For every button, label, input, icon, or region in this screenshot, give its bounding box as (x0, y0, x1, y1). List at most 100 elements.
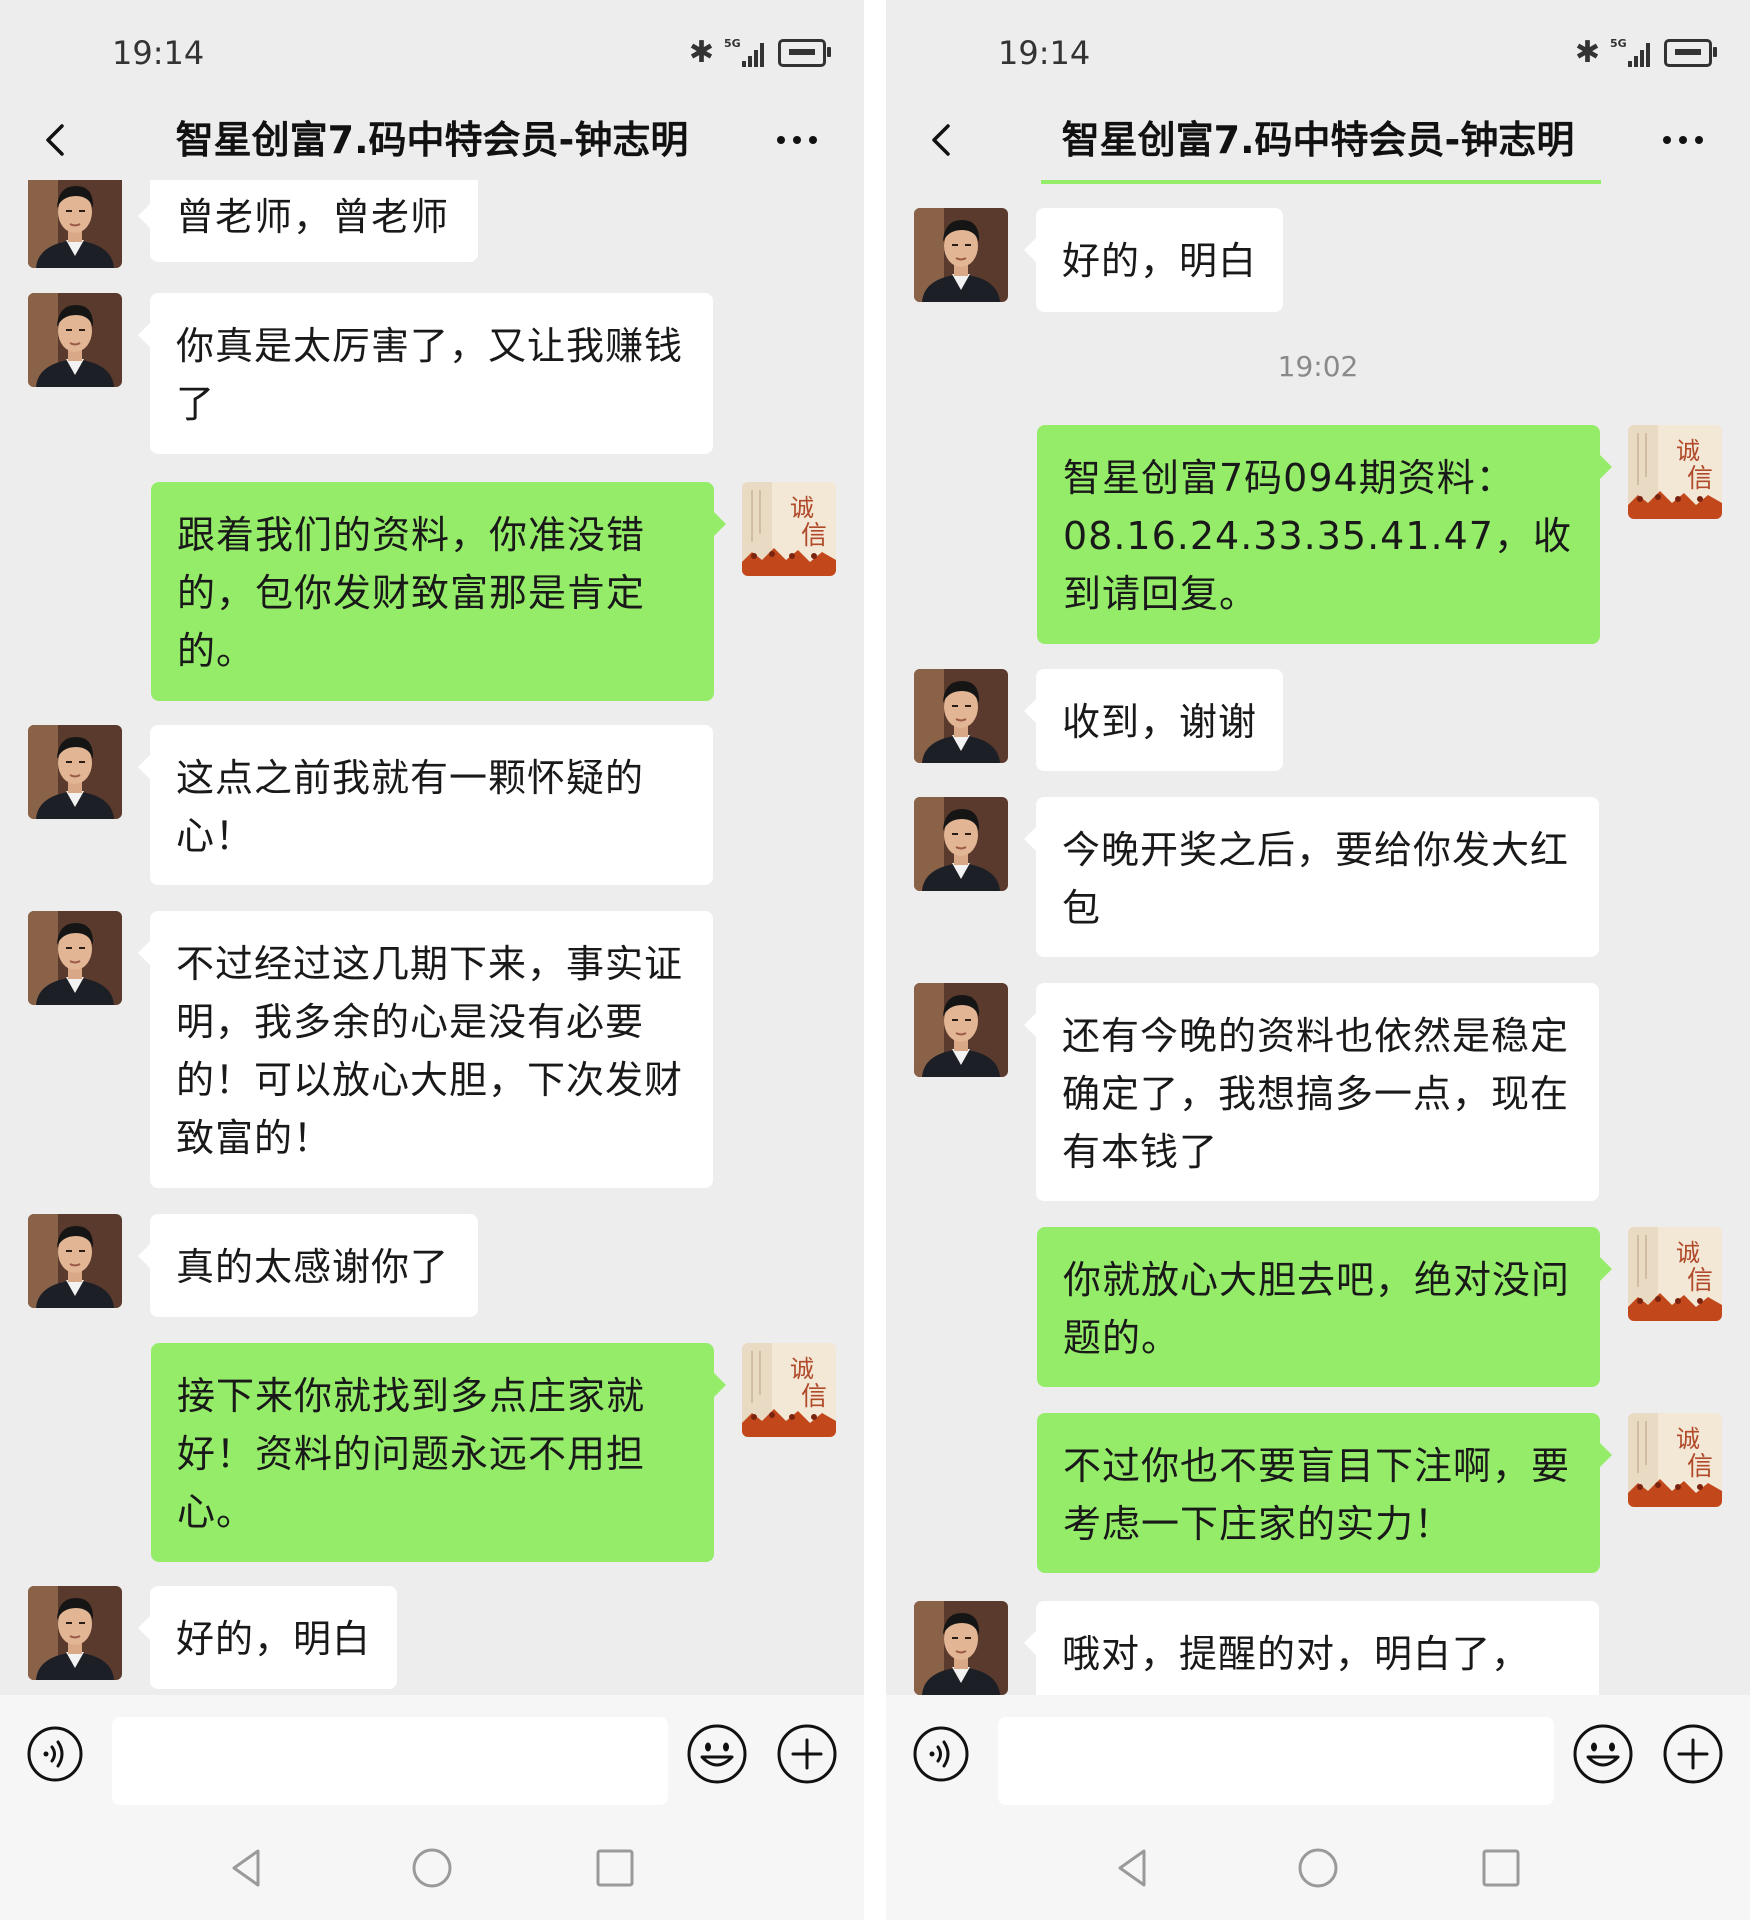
svg-text:信: 信 (1687, 1452, 1713, 1482)
contact-avatar[interactable] (914, 983, 1008, 1077)
square-recents-icon[interactable] (590, 1843, 640, 1893)
status-time: 19:14 (112, 34, 205, 72)
svg-text:信: 信 (801, 1382, 827, 1412)
more-dots-icon[interactable] (1658, 122, 1708, 158)
status-bar: 19:14 ✱ 5G (886, 0, 1750, 100)
battery-icon (778, 39, 831, 67)
bluetooth-icon: ✱ (688, 35, 714, 70)
plus-icon[interactable] (776, 1723, 838, 1785)
phone-screen-left: 19:14 ✱ 5G 智星创富7.码中特会员-钟志明 曾老师，曾老师 你真是太厉… (0, 0, 864, 1920)
contact-avatar[interactable] (28, 1214, 122, 1308)
self-avatar[interactable]: 诚 信 (1628, 1413, 1722, 1507)
man-portrait-avatar (914, 669, 1008, 763)
self-avatar[interactable]: 诚 信 (1628, 1227, 1722, 1321)
message-input[interactable] (112, 1717, 668, 1805)
triangle-back-icon[interactable] (1108, 1843, 1158, 1893)
message-bubble[interactable]: 你就放心大胆去吧，绝对没问题的。 (1037, 1227, 1612, 1387)
svg-text:诚: 诚 (790, 494, 814, 522)
emoji-icon[interactable] (1572, 1723, 1634, 1785)
message-bubble[interactable]: 今晚开奖之后，要给你发大红包 (1024, 797, 1599, 957)
message-list[interactable]: 曾老师，曾老师 你真是太厉害了，又让我赚钱了 诚 信 跟着我们的资料，你准没错的… (0, 180, 864, 1695)
chat-header: 智星创富7.码中特会员-钟志明 (0, 100, 864, 180)
status-bar: 19:14 ✱ 5G (0, 0, 864, 100)
man-portrait-avatar (28, 1586, 122, 1680)
man-portrait-avatar (914, 208, 1008, 302)
plus-icon[interactable] (1662, 1723, 1724, 1785)
chat-title: 智星创富7.码中特会员-钟志明 (175, 118, 689, 162)
contact-avatar[interactable] (914, 1601, 1008, 1695)
man-portrait-avatar (914, 797, 1008, 891)
message-bubble[interactable]: 真的太感谢你了 (138, 1214, 478, 1317)
contact-avatar[interactable] (28, 293, 122, 387)
phone-screen-right: 19:14 ✱ 5G 智星创富7.码中特会员-钟志明 好的，明白 19:02 诚… (886, 0, 1750, 1920)
message-bubble[interactable]: 跟着我们的资料，你准没错的，包你发财致富那是肯定的。 (151, 482, 726, 701)
chengxin-calligraphy-avatar: 诚 信 (742, 482, 836, 576)
message-bubble[interactable]: 曾老师，曾老师 (138, 180, 478, 262)
status-time: 19:14 (998, 34, 1091, 72)
circle-home-icon[interactable] (407, 1843, 457, 1893)
man-portrait-avatar (28, 293, 122, 387)
svg-text:信: 信 (801, 521, 827, 551)
input-bar (0, 1695, 864, 1815)
signal-icon: 5G (724, 37, 768, 67)
message-bubble[interactable]: 这点之前我就有一颗怀疑的心！ (138, 725, 713, 885)
message-bubble[interactable]: 好的，明白 (1024, 208, 1283, 312)
message-list[interactable]: 好的，明白 19:02 诚 信 智星创富7码094期资料：08.16.24.33… (886, 180, 1750, 1695)
svg-text:诚: 诚 (1676, 1425, 1700, 1453)
chevron-left-icon[interactable] (36, 120, 76, 160)
svg-text:信: 信 (1687, 464, 1713, 494)
contact-avatar[interactable] (28, 911, 122, 1005)
status-icons: ✱ 5G (688, 35, 831, 70)
message-bubble[interactable]: 好的，明白 (138, 1586, 397, 1689)
emoji-icon[interactable] (686, 1723, 748, 1785)
more-dots-icon[interactable] (772, 122, 822, 158)
message-timestamp: 19:02 (1277, 350, 1359, 383)
message-input[interactable] (998, 1717, 1554, 1805)
circle-home-icon[interactable] (1293, 1843, 1343, 1893)
contact-avatar[interactable] (28, 1586, 122, 1680)
contact-avatar[interactable] (914, 797, 1008, 891)
man-portrait-avatar (28, 1214, 122, 1308)
svg-text:诚: 诚 (1676, 437, 1700, 465)
square-recents-icon[interactable] (1476, 1843, 1526, 1893)
self-avatar[interactable]: 诚 信 (1628, 425, 1722, 519)
voice-icon[interactable] (912, 1725, 970, 1783)
message-bubble[interactable]: 不过你也不要盲目下注啊，要考虑一下庄家的实力！ (1037, 1413, 1612, 1573)
contact-avatar[interactable] (28, 725, 122, 819)
chengxin-calligraphy-avatar: 诚 信 (1628, 1413, 1722, 1507)
man-portrait-avatar (28, 911, 122, 1005)
message-bubble[interactable]: 还有今晚的资料也依然是稳定确定了，我想搞多一点，现在有本钱了 (1024, 983, 1599, 1201)
system-navigation-bar (886, 1815, 1750, 1920)
chengxin-calligraphy-avatar: 诚 信 (1628, 425, 1722, 519)
message-bubble[interactable]: 你真是太厉害了，又让我赚钱了 (138, 293, 713, 454)
chengxin-calligraphy-avatar: 诚 信 (742, 1343, 836, 1437)
message-bubble[interactable]: 哦对，提醒的对，明白了， (1024, 1601, 1599, 1695)
voice-icon[interactable] (26, 1725, 84, 1783)
svg-text:诚: 诚 (1676, 1239, 1700, 1267)
system-navigation-bar (0, 1815, 864, 1920)
self-avatar[interactable]: 诚 信 (742, 1343, 836, 1437)
chat-header: 智星创富7.码中特会员-钟志明 (886, 100, 1750, 180)
man-portrait-avatar (914, 1601, 1008, 1695)
svg-text:诚: 诚 (790, 1355, 814, 1383)
message-bubble[interactable]: 收到，谢谢 (1024, 669, 1283, 771)
man-portrait-avatar (914, 983, 1008, 1077)
battery-icon (1664, 39, 1717, 67)
man-portrait-avatar (28, 725, 122, 819)
man-portrait-avatar (28, 180, 122, 268)
status-icons: ✱ 5G (1574, 35, 1717, 70)
contact-avatar[interactable] (28, 180, 122, 268)
self-avatar[interactable]: 诚 信 (742, 482, 836, 576)
message-bubble[interactable]: 不过经过这几期下来，事实证明，我多余的心是没有必要的！可以放心大胆，下次发财致富… (138, 911, 713, 1188)
contact-avatar[interactable] (914, 208, 1008, 302)
triangle-back-icon[interactable] (222, 1843, 272, 1893)
svg-text:信: 信 (1687, 1266, 1713, 1296)
input-bar (886, 1695, 1750, 1815)
message-bubble[interactable]: 接下来你就找到多点庄家就好！资料的问题永远不用担心。 (151, 1343, 726, 1562)
chevron-left-icon[interactable] (922, 120, 962, 160)
chengxin-calligraphy-avatar: 诚 信 (1628, 1227, 1722, 1321)
bluetooth-icon: ✱ (1574, 35, 1600, 70)
message-bubble[interactable]: 智星创富7码094期资料：08.16.24.33.35.41.47，收到请回复。 (1037, 425, 1612, 644)
chat-title: 智星创富7.码中特会员-钟志明 (1061, 118, 1575, 162)
contact-avatar[interactable] (914, 669, 1008, 763)
